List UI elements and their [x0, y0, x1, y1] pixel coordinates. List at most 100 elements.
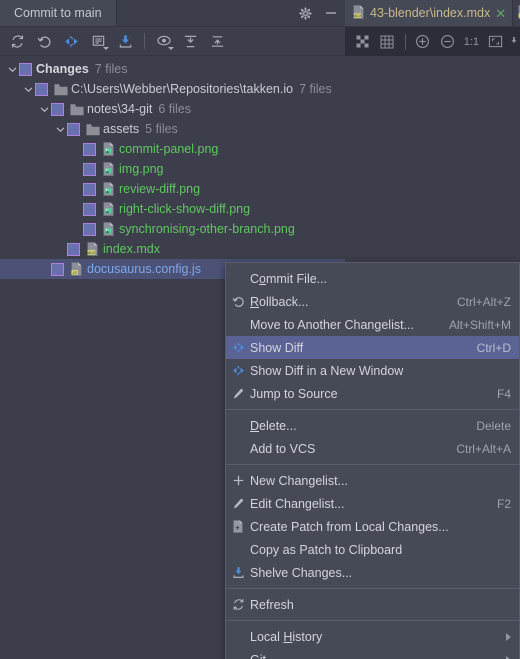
close-icon[interactable]: ✕	[495, 7, 506, 20]
new-changelist-button[interactable]	[85, 29, 112, 54]
menu-item-rollback[interactable]: Rollback... Ctrl+Alt+Z	[226, 290, 519, 313]
zoom-out-button[interactable]	[435, 29, 459, 55]
menu-item-git[interactable]: Git	[226, 648, 519, 659]
checkbox-tree-file-commit-panel[interactable]	[83, 142, 96, 156]
menu-item-commit-file[interactable]: Commit File...	[226, 267, 519, 290]
menu-item-local-history[interactable]: Local History	[226, 625, 519, 648]
chevron-right-icon[interactable]	[506, 655, 511, 659]
shelve-icon[interactable]	[508, 29, 520, 55]
chevron-down-icon[interactable]	[6, 59, 19, 79]
folder-icon	[52, 83, 69, 96]
tree-node-assets-count: 5 files	[145, 122, 178, 136]
fit-to-screen-button[interactable]	[484, 29, 508, 55]
expand-all-button[interactable]	[177, 29, 204, 54]
tree-file-img[interactable]: img.png	[0, 159, 345, 179]
chevron-down-icon[interactable]	[22, 79, 35, 99]
menu-item-local-history-label: Local History	[250, 629, 323, 644]
tab-commit-to-main[interactable]: Commit to main	[0, 0, 117, 26]
changelist-dropdown-arrow[interactable]	[103, 46, 109, 50]
editor-tab-next[interactable]	[513, 0, 520, 26]
tree-node-assets[interactable]: assets 5 files	[0, 119, 345, 139]
preview-dropdown-arrow[interactable]	[168, 46, 174, 50]
tree-file-commit-panel[interactable]: commit-panel.png	[0, 139, 345, 159]
shelve-changes-button[interactable]	[112, 29, 139, 54]
checkbox-tree-file-img[interactable]	[83, 162, 96, 176]
tree-arrow-placeholder	[70, 219, 83, 239]
menu-item-move-changelist[interactable]: Move to Another Changelist... Alt+Shift+M	[226, 313, 519, 336]
actual-size-button[interactable]: 1:1	[459, 29, 483, 55]
tree-arrow-placeholder	[70, 159, 83, 179]
checkbox-tree-node-notes-34-git[interactable]	[51, 102, 64, 116]
rollback-icon	[226, 295, 250, 308]
gear-icon[interactable]	[293, 0, 317, 26]
chevron-down-icon[interactable]	[54, 119, 67, 139]
checkbox-tree-node-assets[interactable]	[67, 122, 80, 136]
mdx-file-icon: MDX	[352, 4, 365, 22]
tree-file-right-click[interactable]: right-click-show-diff.png	[0, 199, 345, 219]
menu-item-show-diff-window[interactable]: Show Diff in a New Window	[226, 359, 519, 382]
tree-node-notes-34-git[interactable]: notes\34-git 6 files	[0, 99, 345, 119]
tree-arrow-placeholder	[70, 179, 83, 199]
folder-icon	[84, 123, 101, 136]
image-file-icon	[100, 222, 117, 236]
editor-tab-index-mdx[interactable]: MDX 43-blender\index.mdx ✕	[345, 0, 514, 26]
toggle-transparency-button[interactable]	[351, 29, 375, 55]
tree-file-synchronising[interactable]: synchronising-other-branch.png	[0, 219, 345, 239]
toggle-grid-button[interactable]	[375, 29, 399, 55]
checkbox-tree-file-review-diff[interactable]	[83, 182, 96, 196]
menu-item-delete-label: Delete...	[250, 418, 297, 433]
preview-diff-button[interactable]	[150, 29, 177, 54]
tree-file-review-diff[interactable]: review-diff.png	[0, 179, 345, 199]
menu-item-delete[interactable]: Delete... Delete	[226, 414, 519, 437]
menu-item-edit-changelist[interactable]: Edit Changelist... F2	[226, 492, 519, 515]
chevron-right-icon[interactable]	[506, 632, 511, 641]
chevron-down-icon[interactable]	[38, 99, 51, 119]
collapse-all-button[interactable]	[204, 29, 231, 54]
menu-item-show-diff[interactable]: Show Diff Ctrl+D	[226, 336, 519, 359]
tree-file-review-diff-label: review-diff.png	[119, 182, 201, 196]
context-menu[interactable]: Commit File... Rollback... Ctrl+Alt+Z Move …	[225, 262, 520, 659]
menu-item-copy-patch[interactable]: Copy as Patch to Clipboard	[226, 538, 519, 561]
checkbox-tree-file-synchronising[interactable]	[83, 222, 96, 236]
menu-item-add-to-vcs-shortcut: Ctrl+Alt+A	[456, 441, 511, 456]
tree-file-index-mdx-label: index.mdx	[103, 242, 160, 256]
zoom-in-button[interactable]	[411, 29, 435, 55]
menu-item-jump-to-source-shortcut: F4	[496, 386, 511, 401]
tree-node-changes[interactable]: Changes 7 files	[0, 59, 345, 79]
tree-node-repository-count: 7 files	[299, 82, 332, 96]
menu-item-shelve-changes-label: Shelve Changes...	[250, 565, 353, 580]
checkbox-tree-file-right-click[interactable]	[83, 202, 96, 216]
ide-window: Commit to main Changes 7 files C:\Users\…	[0, 0, 520, 659]
menu-item-shelve-changes[interactable]: Shelve Changes...	[226, 561, 519, 584]
checkbox-tree-node-changes[interactable]	[19, 62, 32, 76]
checkbox-tree-file-docusaurus[interactable]	[51, 262, 64, 276]
checkbox-tree-file-index-mdx[interactable]	[67, 242, 80, 256]
tree-arrow-placeholder	[70, 199, 83, 219]
menu-item-add-to-vcs[interactable]: Add to VCS Ctrl+Alt+A	[226, 437, 519, 460]
menu-item-jump-to-source[interactable]: Jump to Source F4	[226, 382, 519, 405]
menu-item-edit-changelist-label: Edit Changelist...	[250, 496, 345, 511]
checkbox-tree-node-repository[interactable]	[35, 82, 48, 96]
menu-item-refresh[interactable]: Refresh	[226, 593, 519, 616]
changes-tree[interactable]: Changes 7 files C:\Users\Webber\Repositori…	[0, 56, 345, 279]
rollback-button[interactable]	[31, 29, 58, 54]
tree-node-repository[interactable]: C:\Users\Webber\Repositories\takken.io 7 …	[0, 79, 345, 99]
image-file-icon	[100, 182, 117, 196]
tree-file-img-label: img.png	[119, 162, 164, 176]
editor-tab-index-mdx-label: 43-blender\index.mdx	[370, 6, 491, 20]
show-diff-icon	[226, 364, 250, 377]
tree-file-index-mdx[interactable]: MDX index.mdx	[0, 239, 345, 259]
menu-separator	[226, 409, 519, 410]
show-diff-button[interactable]	[58, 29, 85, 54]
menu-item-new-changelist[interactable]: New Changelist...	[226, 469, 519, 492]
menu-item-create-patch[interactable]: Create Patch from Local Changes...	[226, 515, 519, 538]
refresh-changes-button[interactable]	[4, 29, 31, 54]
menu-item-move-changelist-shortcut: Alt+Shift+M	[448, 317, 511, 332]
tab-commit-to-main-label: Commit to main	[14, 6, 102, 20]
minimize-icon[interactable]	[317, 0, 345, 26]
menu-separator	[226, 588, 519, 589]
